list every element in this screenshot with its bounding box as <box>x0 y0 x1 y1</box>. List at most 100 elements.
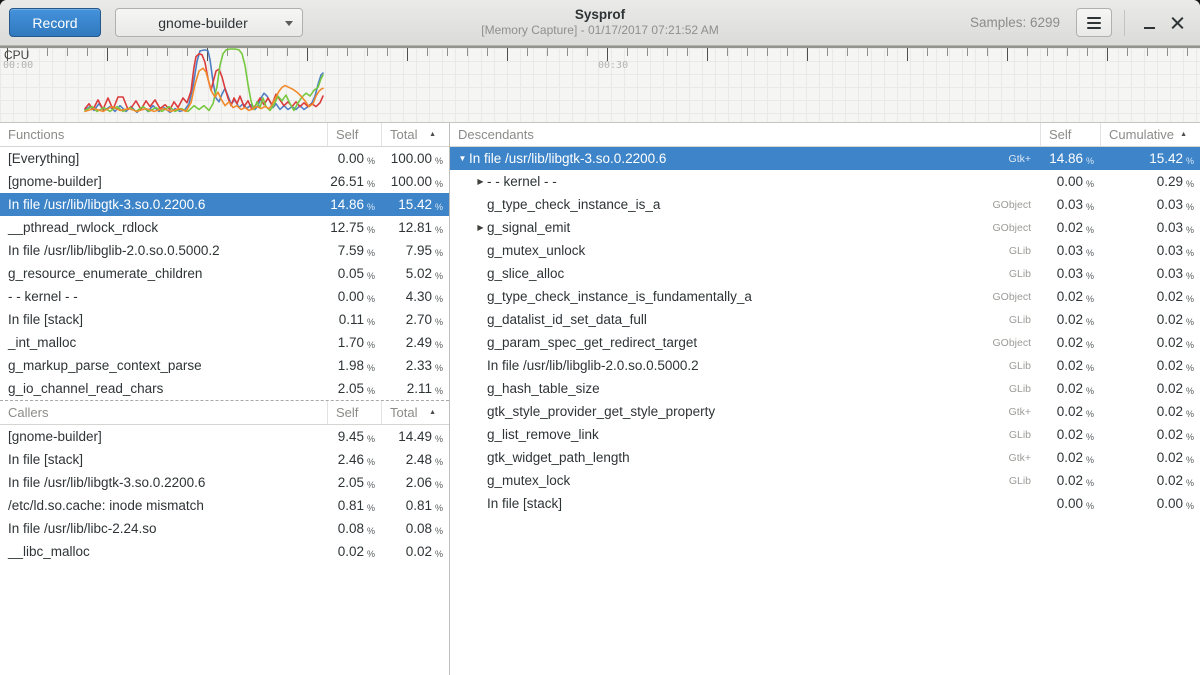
descendant-name: - - kernel - - <box>487 174 557 189</box>
functions-header: Functions Self Total ▲ <box>0 123 449 147</box>
tree-row[interactable]: g_param_spec_get_redirect_targetGObject0… <box>450 331 1200 354</box>
descendants-column-header[interactable]: Descendants <box>450 123 1040 146</box>
table-row[interactable]: In file /usr/lib/libgtk-3.so.0.2200.62.0… <box>0 471 449 494</box>
descendant-name-cell: In file [stack] <box>450 492 1040 515</box>
total-percent: 0.02% <box>381 540 449 563</box>
self-percent: 26.51% <box>327 170 381 193</box>
cumulative-percent: 0.03% <box>1100 239 1200 262</box>
total-percent: 2.33% <box>381 354 449 377</box>
hamburger-menu-button[interactable] <box>1076 8 1112 37</box>
table-row[interactable]: __libc_malloc0.02%0.02% <box>0 540 449 563</box>
table-row[interactable]: _int_malloc1.70%2.49% <box>0 331 449 354</box>
callers-self-column-header[interactable]: Self <box>327 401 381 424</box>
tree-row[interactable]: ▶g_signal_emitGObject0.02%0.03% <box>450 216 1200 239</box>
function-name: [Everything] <box>0 147 327 170</box>
function-name: In file /usr/lib/libglib-2.0.so.0.5000.2 <box>0 239 327 262</box>
sort-ascending-icon: ▲ <box>429 409 436 416</box>
table-row[interactable]: In file /usr/lib/libglib-2.0.so.0.5000.2… <box>0 239 449 262</box>
main-split: Functions Self Total ▲ [Everything]0.00%… <box>0 123 1200 675</box>
minimize-button[interactable] <box>1135 9 1163 37</box>
table-row[interactable]: g_io_channel_read_chars2.05%2.11% <box>0 377 449 400</box>
tree-row[interactable]: gtk_widget_path_lengthGtk+0.02%0.02% <box>450 446 1200 469</box>
close-button[interactable] <box>1163 9 1191 37</box>
table-row[interactable]: [gnome-builder]26.51%100.00% <box>0 170 449 193</box>
self-percent: 0.02% <box>1040 308 1100 331</box>
total-percent: 2.06% <box>381 471 449 494</box>
self-percent: 0.02% <box>1040 377 1100 400</box>
tree-row[interactable]: In file [stack]0.00%0.00% <box>450 492 1200 515</box>
callers-total-column-header[interactable]: Total ▲ <box>381 401 449 424</box>
functions-total-column-header[interactable]: Total ▲ <box>381 123 449 146</box>
tree-row[interactable]: ▶- - kernel - -0.00%0.29% <box>450 170 1200 193</box>
tree-row[interactable]: ▼In file /usr/lib/libgtk-3.so.0.2200.6Gt… <box>450 147 1200 170</box>
cpu-usage-chart[interactable]: CPU 00:00 00:30 <box>0 46 1200 123</box>
function-name: __libc_malloc <box>0 540 327 563</box>
tree-row[interactable]: gtk_style_provider_get_style_propertyGtk… <box>450 400 1200 423</box>
table-row[interactable]: In file /usr/lib/libgtk-3.so.0.2200.614.… <box>0 193 449 216</box>
library-category-badge: GLib <box>1009 268 1040 280</box>
descendants-tree: ▼In file /usr/lib/libgtk-3.so.0.2200.6Gt… <box>450 147 1200 515</box>
time-tick-mid: 00:30 <box>598 60 628 71</box>
tree-row[interactable]: g_slice_allocGLib0.03%0.03% <box>450 262 1200 285</box>
tree-row[interactable]: g_hash_table_sizeGLib0.02%0.02% <box>450 377 1200 400</box>
callers-column-header[interactable]: Callers <box>0 401 327 424</box>
table-row[interactable]: [Everything]0.00%100.00% <box>0 147 449 170</box>
expander-right-icon[interactable]: ▶ <box>474 177 487 186</box>
self-percent: 2.05% <box>327 377 381 400</box>
total-percent: 2.11% <box>381 377 449 400</box>
descendant-name-cell: In file /usr/lib/libglib-2.0.so.0.5000.2… <box>450 354 1040 377</box>
tree-row[interactable]: g_type_check_instance_is_aGObject0.03%0.… <box>450 193 1200 216</box>
tree-row[interactable]: g_mutex_lockGLib0.02%0.02% <box>450 469 1200 492</box>
chevron-down-icon <box>285 21 293 26</box>
descendant-name: g_type_check_instance_is_a <box>487 197 660 212</box>
self-percent: 2.05% <box>327 471 381 494</box>
table-row[interactable]: In file [stack]2.46%2.48% <box>0 448 449 471</box>
record-button[interactable]: Record <box>9 8 101 37</box>
tree-row[interactable]: g_datalist_id_set_data_fullGLib0.02%0.02… <box>450 308 1200 331</box>
function-name: In file [stack] <box>0 308 327 331</box>
table-row[interactable]: g_resource_enumerate_children0.05%5.02% <box>0 262 449 285</box>
descendant-name-cell: g_slice_allocGLib <box>450 262 1040 285</box>
tree-row[interactable]: g_mutex_unlockGLib0.03%0.03% <box>450 239 1200 262</box>
table-row[interactable]: In file [stack]0.11%2.70% <box>0 308 449 331</box>
table-row[interactable]: __pthread_rwlock_rdlock12.75%12.81% <box>0 216 449 239</box>
functions-column-header[interactable]: Functions <box>0 123 327 146</box>
function-name: In file /usr/lib/libc-2.24.so <box>0 517 327 540</box>
table-row[interactable]: In file /usr/lib/libc-2.24.so0.08%0.08% <box>0 517 449 540</box>
process-selector-dropdown[interactable]: gnome-builder <box>115 8 303 37</box>
descendants-self-column-header[interactable]: Self <box>1040 123 1100 146</box>
total-percent: 100.00% <box>381 147 449 170</box>
cumulative-percent: 0.02% <box>1100 285 1200 308</box>
self-percent: 0.11% <box>327 308 381 331</box>
descendants-cumulative-column-header[interactable]: Cumulative ▲ <box>1100 123 1200 146</box>
descendant-name: g_hash_table_size <box>487 381 600 396</box>
table-row[interactable]: [gnome-builder]9.45%14.49% <box>0 425 449 448</box>
self-percent: 2.46% <box>327 448 381 471</box>
tree-row[interactable]: g_list_remove_linkGLib0.02%0.02% <box>450 423 1200 446</box>
self-percent: 0.05% <box>327 262 381 285</box>
cumulative-percent: 0.02% <box>1100 308 1200 331</box>
descendant-name-cell: ▼In file /usr/lib/libgtk-3.so.0.2200.6Gt… <box>450 147 1040 170</box>
functions-self-column-header[interactable]: Self <box>327 123 381 146</box>
total-percent: 7.95% <box>381 239 449 262</box>
tree-row[interactable]: g_type_check_instance_is_fundamentally_a… <box>450 285 1200 308</box>
self-percent: 0.03% <box>1040 262 1100 285</box>
self-percent: 14.86% <box>1040 147 1100 170</box>
time-tick-start: 00:00 <box>3 60 33 71</box>
self-percent: 0.02% <box>1040 331 1100 354</box>
tree-row[interactable]: In file /usr/lib/libglib-2.0.so.0.5000.2… <box>450 354 1200 377</box>
self-percent: 0.02% <box>1040 469 1100 492</box>
expander-down-icon[interactable]: ▼ <box>456 154 469 163</box>
total-percent: 2.48% <box>381 448 449 471</box>
table-row[interactable]: /etc/ld.so.cache: inode mismatch0.81%0.8… <box>0 494 449 517</box>
expander-right-icon[interactable]: ▶ <box>474 223 487 232</box>
library-category-badge: GLib <box>1009 245 1040 257</box>
table-row[interactable]: g_markup_parse_context_parse1.98%2.33% <box>0 354 449 377</box>
library-category-badge: Gtk+ <box>1009 452 1040 464</box>
process-selector-value: gnome-builder <box>158 15 248 31</box>
table-row[interactable]: - - kernel - -0.00%4.30% <box>0 285 449 308</box>
right-pane: Descendants Self Cumulative ▲ ▼In file /… <box>450 123 1200 675</box>
total-percent: 0.08% <box>381 517 449 540</box>
sort-ascending-icon: ▲ <box>1180 131 1187 138</box>
descendant-name-cell: ▶- - kernel - - <box>450 170 1040 193</box>
